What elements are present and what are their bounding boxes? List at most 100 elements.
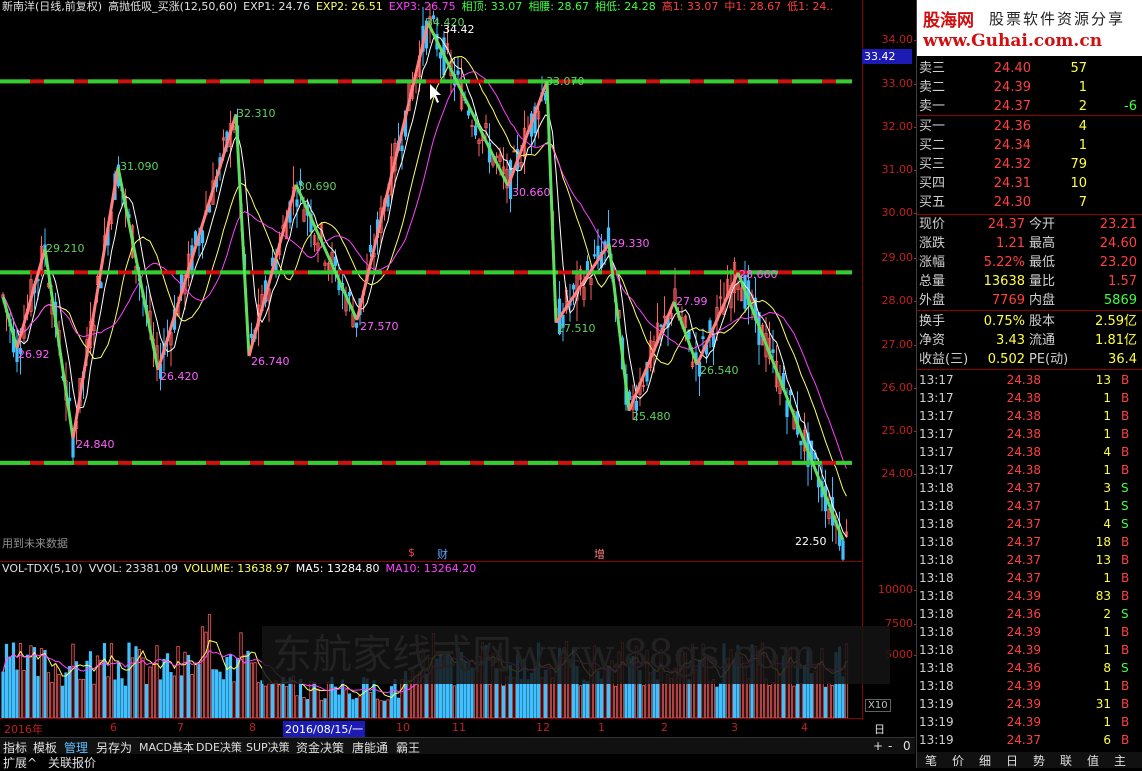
volume-bar <box>144 683 149 718</box>
bid-price: 24.30 <box>993 195 1031 210</box>
volume-bar <box>239 632 243 718</box>
volume-bar <box>407 680 411 718</box>
tick-time: 13:18 <box>919 481 954 495</box>
bid-row[interactable]: 买五 24.30 7 <box>917 194 1142 212</box>
panel-tab[interactable]: 势 <box>1033 752 1045 769</box>
panel-tab[interactable]: 联 <box>1060 752 1072 769</box>
book-divider <box>917 115 1142 116</box>
tick-time: 13:18 <box>919 571 954 585</box>
volume-bar <box>393 679 397 718</box>
volume-bar <box>218 671 222 718</box>
volume-bar <box>368 692 373 718</box>
date-cursor-label: 2016/08/15/一 <box>283 721 366 737</box>
tick-row: 13:19 24.39 31 B <box>917 695 1142 713</box>
quote-key: 量比 <box>1029 274 1056 289</box>
tick-side: B <box>1121 643 1130 657</box>
mark-finance: 财 <box>437 548 448 561</box>
high1-value: 高1: 33.07 <box>661 0 719 13</box>
ask-row[interactable]: 卖三 24.40 57 <box>917 60 1142 78</box>
pivot-label: 22.50 <box>795 535 827 548</box>
quote-key: 净资 <box>919 333 946 348</box>
volume-bar <box>148 666 152 718</box>
tick-row: 13:18 24.37 18 B <box>917 533 1142 551</box>
toolbar-item-dde[interactable]: DDE决策 <box>196 739 242 755</box>
volume-bar <box>151 663 156 718</box>
volume-bar <box>57 674 61 718</box>
tick-side: S <box>1121 661 1129 675</box>
bid-volume: 10 <box>1070 176 1087 191</box>
pivot-label: 30.660 <box>512 186 551 199</box>
zigzag-segment <box>71 167 120 439</box>
volume-bar <box>78 678 82 718</box>
toolbar-item-sup[interactable]: SUP决策 <box>246 739 290 755</box>
ma5-value: MA5: 13284.80 <box>295 562 380 575</box>
bid-price: 24.32 <box>993 157 1031 172</box>
volume-bar <box>284 686 289 718</box>
expand-button[interactable]: 扩展^ <box>3 754 37 771</box>
volume-bar <box>179 675 184 718</box>
volume-bar <box>8 656 12 718</box>
date-label: 10 <box>396 721 410 734</box>
bid-row[interactable]: 买四 24.31 10 <box>917 175 1142 193</box>
bid-row[interactable]: 买一 24.36 4 <box>917 118 1142 136</box>
tick-side: B <box>1121 571 1130 585</box>
kline-canvas[interactable]: 26.92 29.210 24.840 31.090 26.420 32.310 26.74… <box>0 0 862 578</box>
ask-change: -6 <box>1124 99 1137 114</box>
bid-row[interactable]: 买二 24.34 1 <box>917 137 1142 155</box>
zoom-out-button[interactable]: - <box>888 739 892 753</box>
zoom-in-button[interactable]: + <box>873 739 883 753</box>
exp2-value: EXP2: 26.51 <box>315 0 383 13</box>
pivot-label: 29.210 <box>46 242 85 255</box>
volume-bar <box>256 682 261 718</box>
volume-bar <box>400 678 404 718</box>
price-chart[interactable]: 26.92 29.210 24.840 31.090 26.420 32.310 26.74… <box>0 0 862 578</box>
related-quote-button[interactable]: 关联报价 <box>48 754 96 771</box>
date-label: 2 <box>661 721 668 734</box>
volume-bar <box>358 695 362 718</box>
zigzag-segment <box>426 22 510 187</box>
ask-volume: 2 <box>1078 99 1087 114</box>
quote-key: 今开 <box>1029 217 1056 232</box>
tick-volume: 3 <box>1103 481 1111 495</box>
panel-tab[interactable]: 笔 <box>925 752 937 769</box>
zigzag-segment <box>695 272 740 366</box>
ask-row[interactable]: 卖二 24.39 1 <box>917 79 1142 97</box>
panel-tab[interactable]: 细 <box>979 752 991 769</box>
volume-bar <box>578 685 583 718</box>
panel-tab[interactable]: 主 <box>1114 752 1126 769</box>
tick-row: 13:17 24.38 13 B <box>917 371 1142 389</box>
mark-s: $ <box>408 546 415 559</box>
quote-row: 现价 24.37 今开 23.21 <box>917 215 1142 234</box>
ask-row[interactable]: 卖一 24.37 2 -6 <box>917 98 1142 116</box>
volume-bar <box>116 661 121 718</box>
quote-panel: 股海网 股票软件资源分享 www.Guhai.com.cn 卖三 24.40 57 卖… <box>916 0 1142 768</box>
panel-tab[interactable]: 价 <box>952 752 964 769</box>
toolbar-item-macd[interactable]: MACD基本 <box>139 739 194 755</box>
reset-button[interactable]: 0 <box>903 739 911 753</box>
zigzag-segment <box>156 113 238 371</box>
bid-row[interactable]: 买三 24.32 79 <box>917 156 1142 174</box>
mark-increase: 增 <box>594 548 605 561</box>
volume-bar <box>162 658 166 718</box>
quote-key: 换手 <box>919 314 946 329</box>
tick-price: 24.37 <box>1006 481 1041 495</box>
tick-volume: 13 <box>1095 553 1111 567</box>
tick-time: 13:18 <box>919 607 954 621</box>
candle-body <box>799 440 803 446</box>
tick-time: 13:17 <box>919 427 954 441</box>
logo-url: www.Guhai.com.cn <box>923 31 1103 51</box>
panel-tab[interactable]: 值 <box>1087 752 1099 769</box>
candle-body <box>771 349 775 353</box>
quote-key: 内盘 <box>1029 293 1056 308</box>
volume-bar <box>1 671 5 718</box>
vvol-value: VVOL: 23381.09 <box>88 562 179 575</box>
panel-tab[interactable]: 日 <box>1006 752 1018 769</box>
volume-bar <box>764 678 768 718</box>
tick-price: 24.39 <box>1006 643 1041 657</box>
volume-bar <box>585 680 590 718</box>
pivot-label: 27.570 <box>360 320 399 333</box>
ask-price: 24.37 <box>993 99 1031 114</box>
tick-time: 13:18 <box>919 679 954 693</box>
pivot-label: 26.740 <box>251 355 290 368</box>
panel-tabs: 笔价细日势联值主 <box>917 752 1142 768</box>
